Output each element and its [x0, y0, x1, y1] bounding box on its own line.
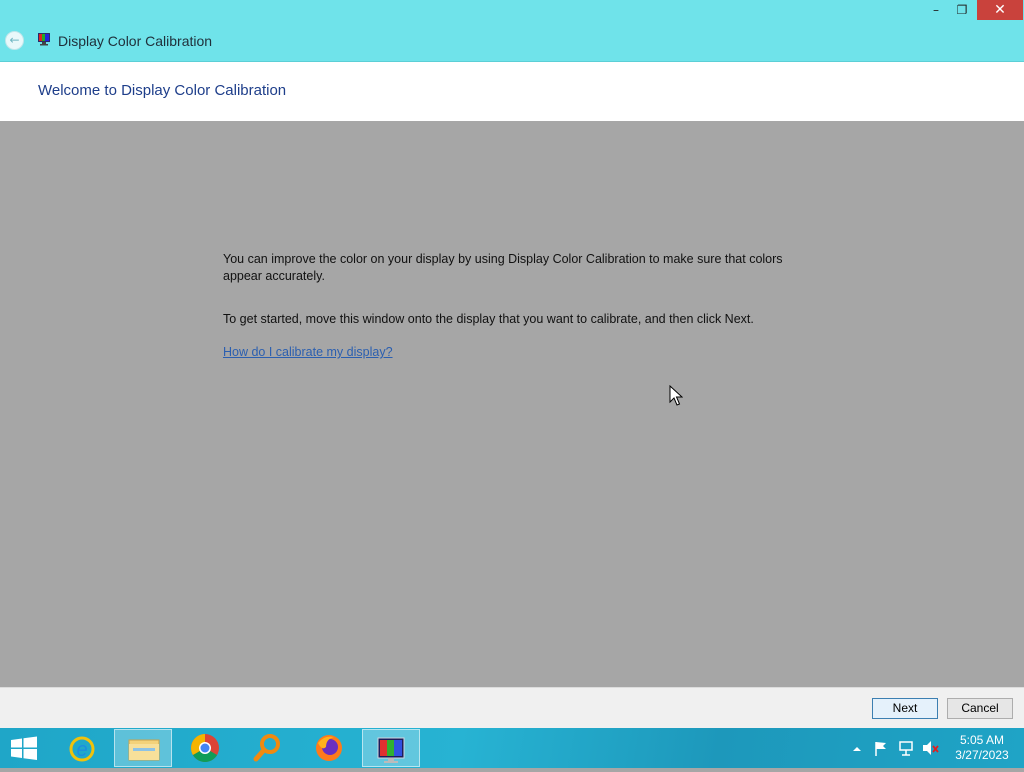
volume-muted-icon	[923, 741, 939, 755]
next-button[interactable]: Next	[872, 698, 938, 719]
taskbar-item-file-explorer[interactable]	[114, 729, 172, 767]
help-link[interactable]: How do I calibrate my display?	[223, 345, 393, 359]
wizard-footer: Next Cancel	[0, 687, 1024, 729]
svg-text:e: e	[76, 739, 87, 761]
close-button[interactable]: ✕	[977, 0, 1023, 20]
minimize-icon: –	[933, 3, 939, 17]
volume-button[interactable]	[921, 728, 939, 768]
taskbar-clock[interactable]: 5:05 AM 3/27/2023	[950, 733, 1014, 763]
internet-explorer-icon: e	[69, 736, 95, 762]
close-icon: ✕	[994, 2, 1006, 18]
wizard-content: You can improve the color on your displa…	[223, 251, 793, 361]
show-hidden-icons-button[interactable]	[850, 728, 864, 768]
arrow-left-icon: ←	[9, 33, 20, 47]
wizard-header: Welcome to Display Color Calibration	[0, 62, 1024, 121]
windows-logo-icon	[11, 736, 37, 760]
taskbar-item-chrome[interactable]	[176, 729, 234, 767]
taskbar: e 5:05 AM 3/27/2023	[0, 728, 1024, 768]
page-title: Welcome to Display Color Calibration	[38, 82, 287, 99]
start-button[interactable]	[0, 729, 48, 767]
cancel-button[interactable]: Cancel	[947, 698, 1013, 719]
magnifier-icon	[253, 734, 280, 762]
taskbar-item-firefox[interactable]	[300, 729, 358, 767]
intro-paragraph: You can improve the color on your displa…	[223, 252, 783, 283]
restore-icon: ❐	[956, 3, 968, 17]
network-icon	[899, 741, 913, 756]
mouse-cursor-icon	[669, 385, 683, 406]
taskbar-item-internet-explorer[interactable]: e	[53, 729, 111, 767]
restore-button[interactable]: ❐	[950, 0, 974, 20]
clock-date: 3/27/2023	[955, 748, 1009, 762]
back-button[interactable]: ←	[5, 31, 24, 50]
taskbar-item-display-calibration[interactable]	[362, 729, 420, 767]
minimize-button[interactable]: –	[924, 0, 948, 20]
instructions-paragraph: To get started, move this window onto th…	[223, 312, 754, 326]
clock-time: 5:05 AM	[959, 733, 1005, 747]
folder-icon	[128, 739, 160, 761]
chevron-up-icon	[853, 747, 861, 751]
flag-icon	[875, 742, 886, 756]
display-calibration-icon	[38, 33, 50, 46]
chrome-icon	[191, 734, 219, 762]
window-title: Display Color Calibration	[58, 33, 213, 49]
action-center-button[interactable]	[872, 728, 890, 768]
display-calibration-icon	[377, 737, 405, 763]
network-button[interactable]	[897, 728, 915, 768]
firefox-icon	[316, 735, 342, 761]
taskbar-item-search-tool[interactable]	[238, 729, 296, 767]
window-titlebar: ← Display Color Calibration – ❐ ✕	[0, 0, 1024, 62]
